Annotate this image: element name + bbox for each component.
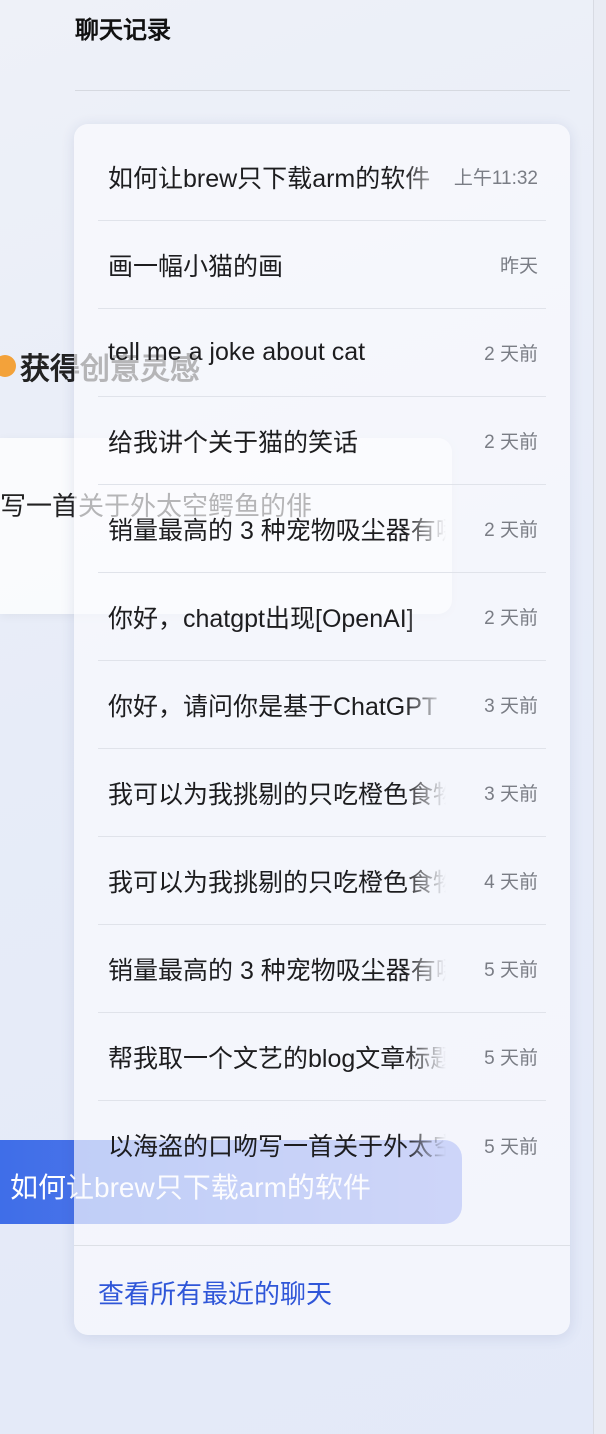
history-item-title: 以海盗的口吻写一首关于外太空 xyxy=(108,1133,446,1161)
history-item[interactable]: 我可以为我挑剔的只吃橙色食物 4 天前 xyxy=(98,837,546,925)
history-item-time: 2 天前 xyxy=(484,344,538,365)
history-item[interactable]: 你好，chatgpt出现[OpenAI] 2 天前 xyxy=(98,573,546,661)
history-item-title: 如何让brew只下载arm的软件 xyxy=(108,164,431,193)
history-item-title: 你好，chatgpt出现[OpenAI] xyxy=(108,604,414,633)
history-item-title: 我可以为我挑剔的只吃橙色食物 xyxy=(108,868,446,897)
history-item[interactable]: 如何让brew只下载arm的软件 上午11:32 xyxy=(98,133,546,221)
history-item[interactable]: 以海盗的口吻写一首关于外太空 5 天前 xyxy=(98,1101,546,1189)
history-item-time: 昨天 xyxy=(499,256,538,277)
history-item[interactable]: tell me a joke about cat 2 天前 xyxy=(98,309,546,397)
history-item-title: 帮我取一个文艺的blog文章标题 xyxy=(108,1044,446,1073)
history-item[interactable]: 画一幅小猫的画 昨天 xyxy=(98,221,546,309)
history-item-time: 2 天前 xyxy=(484,432,538,453)
history-item[interactable]: 你好，请问你是基于ChatGPT 3 天前 xyxy=(98,661,546,749)
history-item-time: 3 天前 xyxy=(484,784,538,805)
history-item-time: 5 天前 xyxy=(484,960,538,981)
history-item-time: 4 天前 xyxy=(484,872,538,893)
history-item-time: 2 天前 xyxy=(484,608,538,629)
chat-history-card: 如何让brew只下载arm的软件 上午11:32 画一幅小猫的画 昨天 tell m… xyxy=(74,124,570,1335)
history-item-title: 销量最高的 3 种宠物吸尘器有哪些 xyxy=(108,956,446,985)
history-item-title: 我可以为我挑剔的只吃橙色食物 xyxy=(108,780,446,809)
panel-title: 聊天记录 xyxy=(75,17,171,44)
card-divider xyxy=(74,1245,570,1246)
history-item[interactable]: 给我讲个关于猫的笑话 2 天前 xyxy=(98,397,546,485)
history-item-title: 画一幅小猫的画 xyxy=(108,252,284,281)
view-all-chats-link[interactable]: 查看所有最近的聊天 xyxy=(98,1274,332,1311)
history-item-time: 5 天前 xyxy=(484,1048,538,1069)
history-item[interactable]: 帮我取一个文艺的blog文章标题 5 天前 xyxy=(98,1013,546,1101)
history-item-time: 上午11:32 xyxy=(453,168,538,189)
history-item[interactable]: 我可以为我挑剔的只吃橙色食物 3 天前 xyxy=(98,749,546,837)
history-item-title: 给我讲个关于猫的笑话 xyxy=(108,428,359,457)
history-item-time: 5 天前 xyxy=(484,1136,538,1158)
title-divider xyxy=(75,90,570,91)
history-item-title: 你好，请问你是基于ChatGPT xyxy=(108,692,438,721)
history-item[interactable]: 销量最高的 3 种宠物吸尘器有哪些 5 天前 xyxy=(98,925,546,1013)
chat-history-list: 如何让brew只下载arm的软件 上午11:32 画一幅小猫的画 昨天 tell m… xyxy=(98,133,546,1189)
history-item-title: tell me a joke about cat xyxy=(108,338,366,366)
history-item-title: 销量最高的 3 种宠物吸尘器有哪些 xyxy=(108,516,446,545)
history-item-time: 3 天前 xyxy=(484,696,538,717)
lightbulb-icon xyxy=(0,355,16,377)
history-item-time: 2 天前 xyxy=(484,520,538,541)
history-item[interactable]: 销量最高的 3 种宠物吸尘器有哪些 2 天前 xyxy=(98,485,546,573)
window-edge xyxy=(593,0,606,1434)
